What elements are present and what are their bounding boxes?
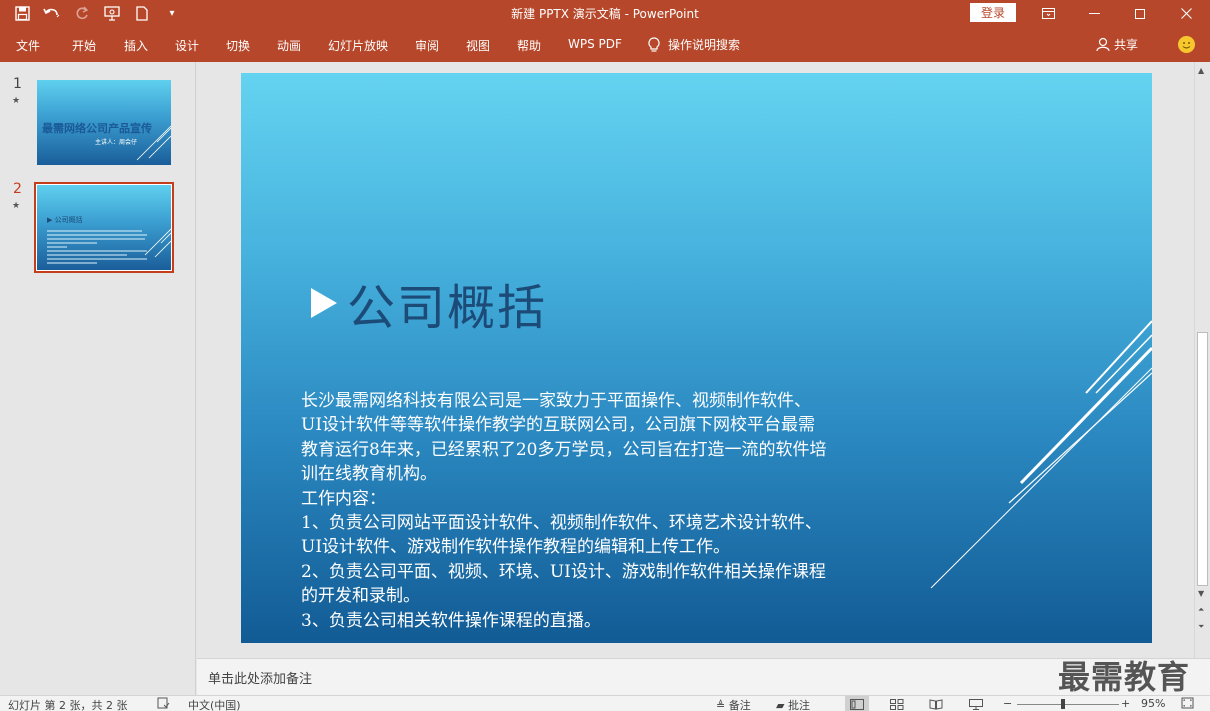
notes-placeholder: 单击此处添加备注	[208, 672, 313, 687]
next-slide-icon[interactable]: ⏷	[1198, 622, 1204, 632]
scroll-down-icon[interactable]: ▼	[1198, 589, 1204, 598]
share-button[interactable]: 共享	[1096, 36, 1138, 53]
tab-animations[interactable]: 动画	[277, 37, 301, 54]
slide-sorter-view-icon[interactable]	[885, 696, 909, 711]
tab-design[interactable]: 设计	[175, 37, 199, 54]
language-status[interactable]: 中文(中国)	[188, 697, 241, 711]
reading-view-icon[interactable]	[924, 696, 948, 711]
tab-review[interactable]: 审阅	[415, 37, 439, 54]
previous-slide-icon[interactable]: ⏶	[1198, 605, 1204, 615]
start-from-beginning-icon[interactable]	[102, 4, 122, 24]
tab-help[interactable]: 帮助	[517, 37, 541, 54]
redo-icon[interactable]	[72, 4, 92, 24]
zoom-level[interactable]: 95%	[1141, 697, 1165, 710]
normal-view-icon[interactable]	[845, 696, 869, 711]
comments-toggle[interactable]: ▰ 批注	[776, 697, 810, 711]
ribbon-tabs: 文件 开始 插入 设计 切换 动画 幻灯片放映 审阅 视图 帮助 WPS PDF…	[0, 27, 1210, 62]
slide-thumbnail-2: ▶ 公司概括	[37, 185, 171, 270]
tell-me-search[interactable]: 操作说明搜索	[648, 36, 740, 53]
status-bar: 幻灯片 第 2 张，共 2 张 中文(中国) ≜ 备注 ▰ 批注 − + 95%	[0, 695, 1210, 711]
spellcheck-icon[interactable]	[157, 697, 170, 711]
zoom-slider[interactable]	[1017, 704, 1119, 705]
notes-toggle[interactable]: ≜ 备注	[716, 697, 751, 711]
fit-to-window-icon[interactable]	[1181, 697, 1194, 711]
vertical-scrollbar[interactable]: ▲ ▼ ⏶ ⏷	[1194, 62, 1210, 658]
tab-transitions[interactable]: 切换	[226, 37, 250, 54]
quick-access-toolbar: ▾	[12, 0, 182, 27]
decorative-lines	[930, 320, 1152, 589]
slide-thumbnail-1[interactable]: 最需网络公司产品宣传 主讲人：周会仔	[37, 80, 171, 165]
save-icon[interactable]	[12, 4, 32, 24]
customize-icon[interactable]: ▾	[162, 4, 182, 24]
close-icon[interactable]	[1163, 0, 1209, 27]
tab-file[interactable]: 文件	[16, 37, 40, 54]
feedback-smiley-icon[interactable]	[1178, 36, 1195, 53]
share-label: 共享	[1114, 38, 1139, 52]
tab-slideshow[interactable]: 幻灯片放映	[328, 37, 388, 54]
slide-count-status: 幻灯片 第 2 张，共 2 张	[8, 699, 128, 711]
login-button[interactable]: 登录	[970, 3, 1016, 22]
scrollbar-thumb[interactable]	[1197, 332, 1208, 586]
animation-star-icon: ★	[12, 201, 21, 211]
zoom-slider-handle[interactable]	[1061, 699, 1065, 709]
new-file-icon[interactable]	[132, 4, 152, 24]
person-icon	[1096, 37, 1110, 52]
zoom-in-icon[interactable]: +	[1121, 697, 1130, 710]
slide-thumbnail-2-selected[interactable]: ▶ 公司概括	[34, 182, 174, 273]
tell-me-label: 操作说明搜索	[668, 38, 741, 52]
animation-star-icon: ★	[12, 96, 21, 106]
lightbulb-icon	[648, 36, 660, 52]
minimize-icon[interactable]	[1071, 0, 1117, 27]
scroll-up-icon[interactable]: ▲	[1198, 66, 1204, 75]
zoom-out-icon[interactable]: −	[1003, 697, 1012, 710]
ribbon-display-options-icon[interactable]	[1025, 0, 1071, 27]
undo-icon[interactable]	[42, 4, 62, 24]
thumbnail-number-1: 1	[13, 76, 22, 92]
slide-thumbnail-pane[interactable]: 1 ★ 最需网络公司产品宣传 主讲人：周会仔 2 ★ ▶ 公司概括	[0, 62, 196, 695]
tab-wps-pdf[interactable]: WPS PDF	[568, 37, 622, 51]
tab-view[interactable]: 视图	[466, 37, 490, 54]
title-bar: ▾ 新建 PPTX 演示文稿 - PowerPoint 登录	[0, 0, 1210, 27]
watermark-text: 最需教育	[1058, 658, 1191, 696]
tab-home[interactable]: 开始	[72, 37, 96, 54]
tab-insert[interactable]: 插入	[124, 37, 148, 54]
maximize-icon[interactable]	[1117, 0, 1163, 27]
slide-canvas[interactable]: 公司概括 长沙最需网络科技有限公司是一家致力于平面操作、视频制作软件、 UI设计…	[241, 73, 1152, 643]
slideshow-view-icon[interactable]	[964, 696, 988, 711]
thumbnail-number-2: 2	[13, 181, 22, 197]
